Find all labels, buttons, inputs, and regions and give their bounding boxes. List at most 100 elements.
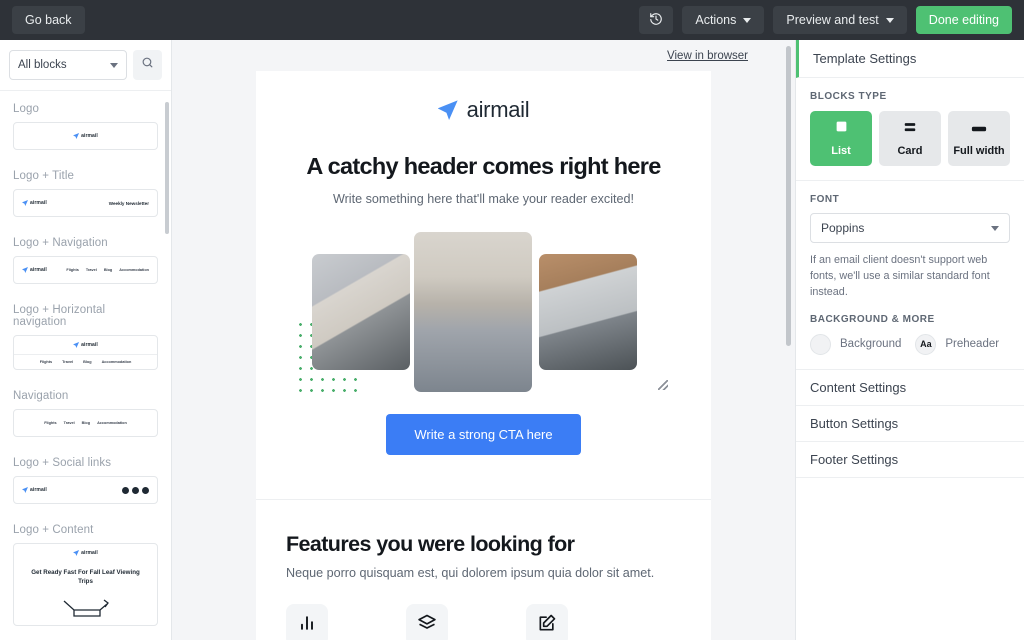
blocks-type-option-full-width[interactable]: Full width — [948, 111, 1010, 166]
feature-icon-tile-3[interactable] — [526, 604, 568, 640]
collage-photo-right[interactable] — [539, 254, 637, 370]
email-headline[interactable]: A catchy header comes right here — [294, 153, 673, 180]
paper-plane-icon — [22, 200, 28, 206]
thumb-logo: airmail — [22, 267, 47, 273]
photo-two-colleagues — [414, 232, 532, 392]
button-settings-section[interactable]: Button Settings — [796, 406, 1024, 442]
paper-plane-icon — [437, 100, 458, 120]
font-value: Poppins — [821, 221, 865, 235]
go-back-button[interactable]: Go back — [12, 6, 85, 34]
block-group-logo: Logo airmail — [13, 103, 158, 150]
thumb-illustration — [14, 591, 157, 625]
thumb-nav-item: Travel — [63, 421, 75, 425]
font-note: If an email client doesn't support web f… — [810, 254, 990, 299]
thumb-logo: airmail — [22, 200, 47, 206]
features-subtitle[interactable]: Neque porro quisquam est, qui dolorem ip… — [286, 566, 681, 580]
blocks-type-option-label: Card — [897, 145, 923, 157]
footer-settings-section[interactable]: Footer Settings — [796, 442, 1024, 478]
paper-plane-icon — [73, 342, 80, 348]
resize-handle-icon[interactable] — [658, 380, 668, 390]
thumb-nav-item: Travel — [85, 268, 97, 272]
block-thumb-navigation[interactable]: Flights Travel Blog Accommodation — [13, 409, 158, 437]
paper-plane-icon — [22, 487, 28, 493]
top-toolbar: Go back Actions Preview and test Done ed… — [0, 0, 1024, 40]
block-thumb-logo-social-links[interactable]: airmail — [13, 476, 158, 504]
thumb-brand: airmail — [30, 200, 47, 206]
revision-history-button[interactable] — [639, 6, 674, 34]
done-editing-button[interactable]: Done editing — [915, 6, 1012, 34]
thumb-brand: airmail — [30, 487, 47, 493]
email-logo[interactable]: airmail — [294, 97, 673, 123]
paper-plane-icon — [22, 267, 28, 273]
block-thumb-logo[interactable]: airmail — [13, 122, 158, 150]
block-group-logo-navigation: Logo + Navigation airmail Flights Travel… — [13, 237, 158, 284]
block-group-logo-social-links: Logo + Social links airmail — [13, 457, 158, 504]
block-group-label: Logo + Navigation — [13, 237, 108, 249]
block-thumb-logo-navigation[interactable]: airmail Flights Travel Blog Accommodatio… — [13, 256, 158, 284]
blocks-list-scrollbar[interactable] — [165, 102, 169, 234]
block-filter-value: All blocks — [18, 59, 67, 71]
block-group-logo-title: Logo + Title airmail Weekly Newsletter — [13, 170, 158, 217]
email-image-collage[interactable] — [294, 228, 673, 392]
thumb-nav: Flights Travel Blog Accommodation — [44, 421, 127, 425]
email-features-block[interactable]: Features you were looking for Neque porr… — [256, 500, 711, 640]
background-color-swatch[interactable] — [810, 333, 831, 355]
email-document: airmail A catchy header comes right here… — [256, 71, 711, 640]
collage-photo-left[interactable] — [312, 254, 410, 370]
block-filter-select[interactable]: All blocks — [9, 50, 127, 80]
footer-settings-label: Footer Settings — [810, 451, 899, 467]
blocks-list[interactable]: Logo airmail Logo + Title airmail Weekly… — [0, 91, 171, 640]
block-thumb-logo-horizontal-navigation[interactable]: airmail Flights Travel Blog Accommodatio… — [13, 335, 158, 370]
font-select[interactable]: Poppins — [810, 213, 1010, 243]
email-hero-block[interactable]: airmail A catchy header comes right here… — [256, 71, 711, 499]
toolbar-actions-group: Actions Preview and test Done editing — [639, 6, 1012, 34]
thumb-logo: airmail — [73, 133, 98, 139]
settings-panel-header[interactable]: Template Settings — [796, 40, 1024, 78]
blocks-search-button[interactable] — [133, 50, 162, 80]
thumb-nav: Flights Travel Blog Accommodation — [14, 354, 157, 369]
block-group-label: Logo + Content — [13, 524, 94, 536]
actions-button[interactable]: Actions — [682, 6, 765, 34]
instagram-icon — [142, 486, 149, 494]
preheader-icon[interactable]: Aa — [915, 333, 937, 355]
blocks-type-option-card[interactable]: Card — [879, 111, 941, 166]
block-thumb-logo-title[interactable]: airmail Weekly Newsletter — [13, 189, 158, 217]
font-label: FONT — [810, 194, 840, 205]
blocks-type-option-list[interactable]: List — [810, 111, 872, 166]
layers-icon — [417, 613, 437, 638]
settings-panel: Template Settings BLOCKS TYPE List Card … — [795, 40, 1024, 640]
canvas-scrollbar[interactable] — [786, 46, 791, 346]
chevron-down-icon — [885, 17, 894, 23]
view-in-browser-link[interactable]: View in browser — [667, 50, 748, 62]
features-title[interactable]: Features you were looking for — [286, 532, 681, 557]
search-icon — [141, 56, 154, 74]
button-settings-label: Button Settings — [810, 415, 899, 431]
collage-photo-center[interactable] — [414, 232, 532, 392]
settings-panel-title: Template Settings — [813, 51, 917, 66]
photo-office-team — [539, 254, 637, 370]
email-subheadline[interactable]: Write something here that'll make your r… — [294, 192, 673, 206]
feature-icon-tile-2[interactable] — [406, 604, 448, 640]
preview-and-test-button[interactable]: Preview and test — [773, 6, 907, 34]
thumb-nav-item: Flights — [39, 360, 53, 364]
block-group-logo-content: Logo + Content airmail Get Ready Fast Fo… — [13, 524, 158, 626]
preview-and-test-label: Preview and test — [786, 13, 879, 27]
block-thumb-logo-content[interactable]: airmail Get Ready Fast For Fall Leaf Vie… — [13, 543, 158, 626]
block-group-label: Logo + Social links — [13, 457, 112, 469]
blocks-type-option-label: List — [831, 145, 851, 157]
thumb-nav-item: Flights — [44, 421, 57, 425]
block-group-logo-horizontal-navigation: Logo + Horizontal navigation airmail Fli… — [13, 304, 158, 370]
chevron-down-icon — [991, 225, 999, 231]
cta-button[interactable]: Write a strong CTA here — [386, 414, 581, 455]
feature-icon-tile-1[interactable] — [286, 604, 328, 640]
thumb-brand: airmail — [30, 267, 47, 273]
blocks-type-option-label: Full width — [953, 145, 1005, 157]
thumb-nav-item: Travel — [62, 360, 74, 364]
blocks-sidebar-toolbar: All blocks — [0, 40, 171, 91]
paper-plane-icon — [73, 133, 80, 139]
square-icon — [835, 120, 848, 138]
bar-chart-icon — [297, 613, 317, 638]
content-settings-section[interactable]: Content Settings — [796, 370, 1024, 406]
thumb-logo-row: airmail — [14, 544, 157, 562]
app-root: Go back Actions Preview and test Done ed… — [0, 0, 1024, 640]
